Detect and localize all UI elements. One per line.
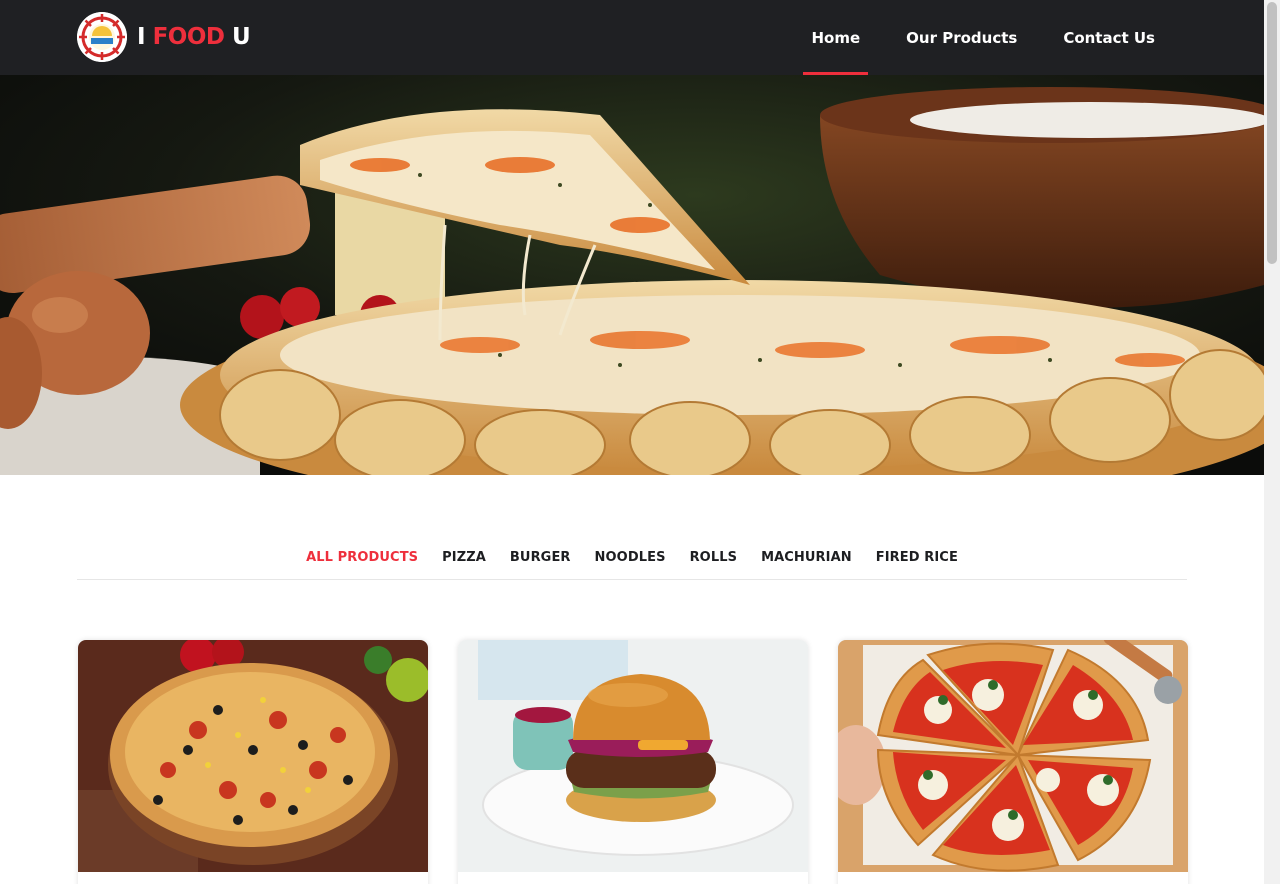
- main-nav: Home Our Products Contact Us: [773, 0, 1163, 75]
- brand-name: I FOOD U: [137, 24, 251, 50]
- filter-machurian[interactable]: MACHURIAN: [761, 540, 852, 574]
- nav-home[interactable]: Home: [803, 0, 868, 75]
- hero-pizza-image: [0, 75, 1264, 475]
- product-card[interactable]: [458, 640, 808, 884]
- category-filters: ALL PRODUCTS PIZZA BURGER NOODLES ROLLS …: [77, 540, 1187, 580]
- scrollbar-thumb[interactable]: [1267, 2, 1277, 264]
- filter-all-products[interactable]: ALL PRODUCTS: [306, 540, 418, 574]
- filter-pizza[interactable]: PIZZA: [442, 540, 486, 574]
- page-scrollbar[interactable]: [1264, 0, 1280, 884]
- sliced-pizza-image: [838, 640, 1188, 872]
- brand-suffix: U: [232, 24, 251, 50]
- hero-banner: [0, 75, 1264, 475]
- nav-our-products[interactable]: Our Products: [898, 0, 1025, 75]
- pizza-image: [78, 640, 428, 872]
- nav-contact-us[interactable]: Contact Us: [1055, 0, 1163, 75]
- filter-burger[interactable]: BURGER: [510, 540, 571, 574]
- brand-highlight: FOOD: [152, 24, 225, 50]
- filter-rolls[interactable]: ROLLS: [690, 540, 738, 574]
- brand-prefix: I: [137, 24, 146, 50]
- filter-fired-rice[interactable]: FIRED RICE: [876, 540, 958, 574]
- product-card[interactable]: [78, 640, 428, 884]
- filter-noodles[interactable]: NOODLES: [595, 540, 666, 574]
- product-card[interactable]: [838, 640, 1188, 884]
- burger-image: [458, 640, 808, 872]
- brand-link[interactable]: I FOOD U: [77, 12, 251, 62]
- logo-icon: [77, 12, 127, 62]
- top-navbar: I FOOD U Home Our Products Contact Us: [0, 0, 1264, 75]
